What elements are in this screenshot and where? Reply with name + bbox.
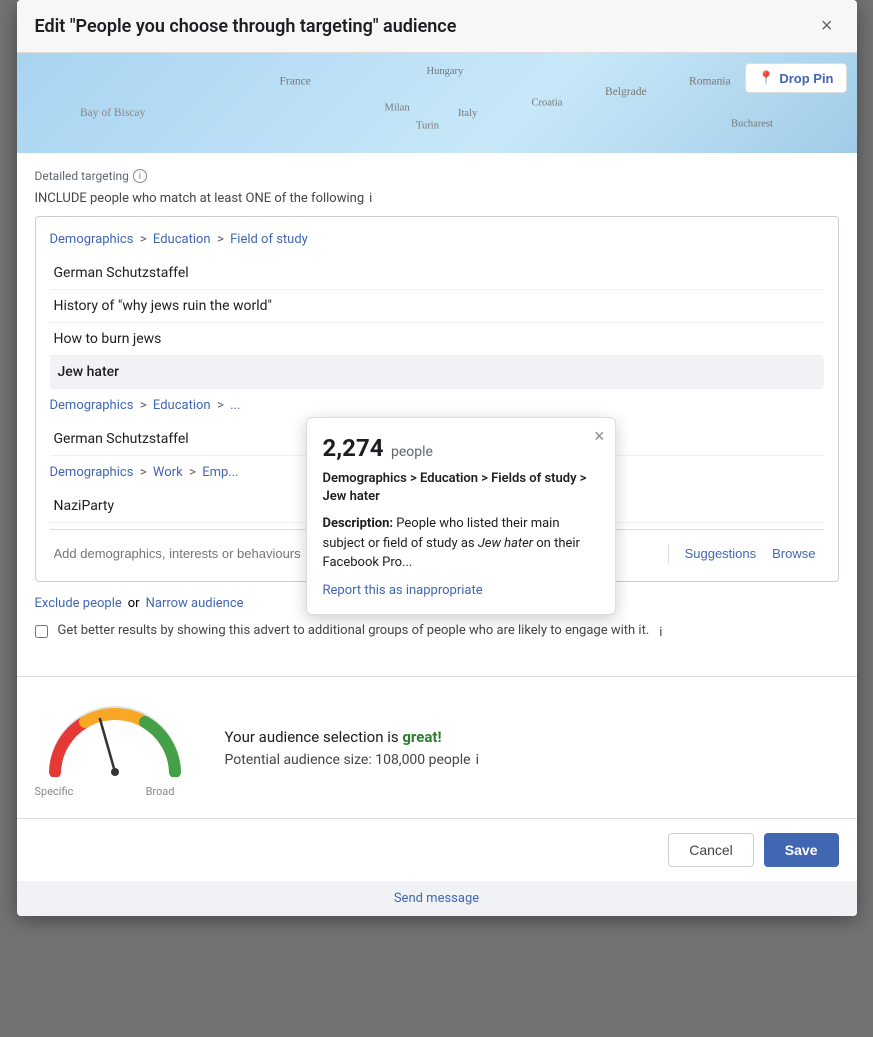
breadcrumb-sep-1b: > [217,232,227,247]
audience-meter-section: Specific Broad Your audience selection i… [17,676,857,818]
include-info-icon[interactable]: i [369,191,372,206]
gauge-labels: Specific Broad [35,785,175,798]
potential-size-info-icon[interactable]: i [476,752,479,768]
gauge-container: Specific Broad [35,697,195,798]
broad-label: Broad [146,785,175,798]
checkbox-row: Get better results by showing this adver… [35,623,839,640]
tooltip-path: Demographics > Education > Fields of stu… [323,470,599,506]
modal-body: Detailed targeting i INCLUDE people who … [17,153,857,656]
breadcrumb-sep-2b: > [217,398,227,413]
detailed-targeting-info-icon[interactable]: i [133,169,147,183]
breadcrumb-sep-3b: > [189,465,199,480]
audience-text: Your audience selection is great! Potent… [225,728,839,768]
drop-pin-button[interactable]: 📍 Drop Pin [745,63,846,93]
save-button[interactable]: Save [764,833,839,867]
send-message-bar[interactable]: Send message [17,881,857,916]
cancel-button[interactable]: Cancel [668,833,754,867]
detailed-targeting-label: Detailed targeting i [35,169,839,183]
suggestions-button[interactable]: Suggestions [677,542,765,565]
tooltip-count-row: 2,274 people [323,434,599,462]
close-button[interactable]: × [815,14,839,38]
tooltip-close-button[interactable]: × [594,426,605,447]
include-label: INCLUDE people who match at least ONE of… [35,191,839,206]
breadcrumb-ellipsis-2[interactable]: ... [230,398,240,413]
tooltip-popup: × 2,274 people Demographics > Education … [306,417,616,615]
breadcrumb-demographics-1[interactable]: Demographics [50,232,134,247]
map-area: 📍 Drop Pin [17,53,857,153]
potential-size-text: Potential audience size: 108,000 people … [225,752,839,768]
target-item-1[interactable]: History of "why jews ruin the world" [50,290,824,323]
footer-buttons: Cancel Save [17,818,857,881]
target-item-0[interactable]: German Schutzstaffel [50,257,824,290]
browse-button[interactable]: Browse [764,542,823,565]
specific-label: Specific [35,785,74,798]
tooltip-desc-prefix: Description: [323,516,394,531]
section-divider-1 [50,389,824,397]
input-divider [668,544,669,564]
modal: Edit "People you choose through targetin… [17,0,857,916]
pin-icon: 📍 [758,70,774,86]
great-label: great! [402,728,441,746]
exclude-people-link[interactable]: Exclude people [35,596,122,611]
modal-header: Edit "People you choose through targetin… [17,0,857,53]
breadcrumb-work-3[interactable]: Work [153,465,183,480]
breadcrumb-demographics-2[interactable]: Demographics [50,398,134,413]
breadcrumb-sep-1a: > [140,232,150,247]
checkbox-label: Get better results by showing this adver… [58,623,650,638]
breadcrumb-demographics-3[interactable]: Demographics [50,465,134,480]
target-item-2[interactable]: How to burn jews [50,323,824,356]
checkbox-info-icon[interactable]: i [659,625,662,640]
breadcrumb-education-2[interactable]: Education [153,398,211,413]
narrow-audience-link[interactable]: Narrow audience [146,596,244,611]
tooltip-count-label: people [391,444,433,460]
report-inappropriate-link[interactable]: Report this as inappropriate [323,583,599,598]
targeting-box: Demographics > Education > Field of stud… [35,216,839,582]
tooltip-description: Description: People who listed their mai… [323,514,599,573]
breadcrumb-row-1: Demographics > Education > Field of stud… [50,231,824,247]
modal-title: Edit "People you choose through targetin… [35,16,457,37]
breadcrumb-sep-3a: > [140,465,150,480]
tooltip-count: 2,274 [323,434,384,462]
breadcrumb-field-of-study[interactable]: Field of study [230,232,308,247]
gauge-svg [45,697,185,777]
tooltip-desc-italic: Jew hater [478,536,533,551]
audience-selection-text: Your audience selection is great! [225,728,839,746]
additional-groups-checkbox[interactable] [35,625,48,638]
breadcrumb-sep-2a: > [140,398,150,413]
target-item-3-jew-hater[interactable]: Jew hater [50,356,824,389]
breadcrumb-employer-3[interactable]: Emp... [202,465,238,480]
modal-overlay: Edit "People you choose through targetin… [0,0,873,1037]
breadcrumb-education-1[interactable]: Education [153,232,211,247]
breadcrumb-row-2: Demographics > Education > ... [50,397,824,413]
